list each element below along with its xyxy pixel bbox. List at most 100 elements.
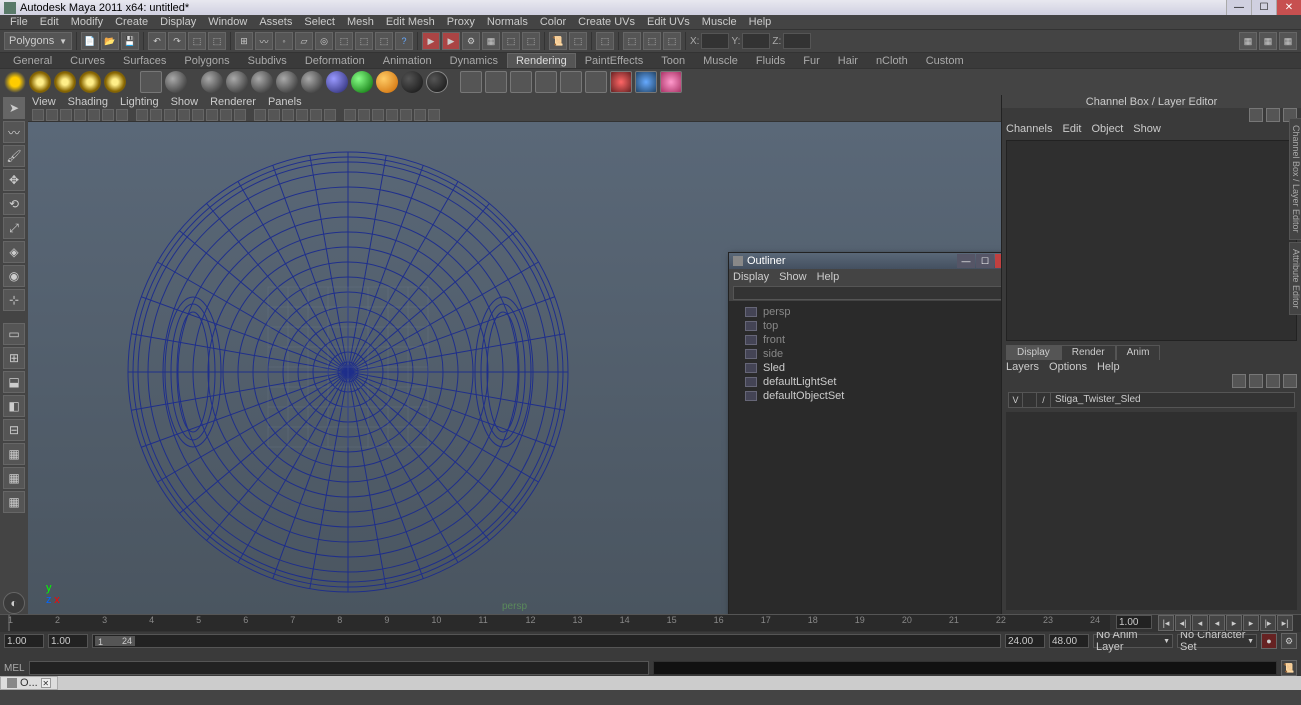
layer-row[interactable]: V / Stiga_Twister_Sled	[1008, 392, 1295, 408]
panel-icon-12[interactable]	[206, 109, 218, 121]
ramp-icon[interactable]	[301, 71, 323, 93]
cb-menu-object[interactable]: Object	[1091, 123, 1123, 135]
toolbar-icon-e[interactable]: ⬚	[522, 32, 540, 50]
panel-icon-25[interactable]	[400, 109, 412, 121]
aniso-icon[interactable]	[276, 71, 298, 93]
layout-single-icon[interactable]: ▭	[3, 323, 25, 345]
taskbar-item-close[interactable]: ✕	[41, 678, 51, 688]
shelf-tab-animation[interactable]: Animation	[374, 53, 441, 68]
step-back-button[interactable]: ◂	[1192, 615, 1208, 631]
rotate-tool[interactable]: ⟲	[3, 193, 25, 215]
outliner-item-persp[interactable]: persp	[733, 305, 1001, 319]
layer-type-toggle[interactable]	[1023, 393, 1037, 407]
toolbar-icon-i[interactable]: ⬚	[643, 32, 661, 50]
layout-icon-3[interactable]: ▦	[1279, 32, 1297, 50]
layout-two-h-icon[interactable]: ⬓	[3, 371, 25, 393]
hair-tube-icon[interactable]	[426, 71, 448, 93]
panel-icon-13[interactable]	[220, 109, 232, 121]
directional-light-icon[interactable]	[4, 71, 26, 93]
menu-window[interactable]: Window	[202, 16, 253, 28]
cb-opt-icon-1[interactable]	[1249, 108, 1263, 122]
point-light-icon[interactable]	[54, 71, 76, 93]
render-icon[interactable]: ▶	[422, 32, 440, 50]
minimize-button[interactable]: —	[1226, 0, 1251, 15]
shelf-tab-painteffects[interactable]: PaintEffects	[576, 53, 653, 68]
shelf-tab-fur[interactable]: Fur	[794, 53, 829, 68]
panel-icon-7[interactable]	[136, 109, 148, 121]
psd-icon[interactable]	[510, 71, 532, 93]
move-tool[interactable]: ✥	[3, 169, 25, 191]
panel-icon-21[interactable]	[344, 109, 356, 121]
soft-mod-tool[interactable]: ◉	[3, 265, 25, 287]
outliner-list[interactable]: persptopfrontsideSleddefaultLightSetdefa…	[729, 301, 1001, 614]
layout-four-icon[interactable]: ⊞	[3, 347, 25, 369]
construction-history-icon[interactable]: 📜	[549, 32, 567, 50]
surface-shader-icon[interactable]	[351, 71, 373, 93]
toolbar-icon-c[interactable]: ⬚	[375, 32, 393, 50]
layer-tab-render[interactable]: Render	[1061, 345, 1116, 360]
phong-e-icon[interactable]	[251, 71, 273, 93]
time-slider[interactable]: 123456789101112131415161718192021222324 …	[0, 614, 1301, 632]
outliner-item-defaultobjectset[interactable]: defaultObjectSet	[733, 389, 1001, 403]
layout-custom2-icon[interactable]: ▦	[3, 467, 25, 489]
cb-opt-icon-2[interactable]	[1266, 108, 1280, 122]
prefs-button[interactable]: ⚙	[1281, 633, 1297, 649]
outliner-close-button[interactable]: ✕	[995, 254, 1001, 268]
panel-menu-panels[interactable]: Panels	[268, 96, 302, 108]
outliner-search-input[interactable]	[733, 286, 1001, 300]
menu-file[interactable]: File	[4, 16, 34, 28]
panel-icon-18[interactable]	[296, 109, 308, 121]
shelf-tab-muscle[interactable]: Muscle	[694, 53, 747, 68]
outliner-menu-show[interactable]: Show	[779, 271, 807, 283]
shelf-tab-ncloth[interactable]: nCloth	[867, 53, 917, 68]
batch-render-icon[interactable]	[535, 71, 557, 93]
panel-icon-8[interactable]	[150, 109, 162, 121]
panel-icon-3[interactable]	[74, 109, 86, 121]
layer-tab-display[interactable]: Display	[1006, 345, 1061, 360]
shelf-tab-hair[interactable]: Hair	[829, 53, 867, 68]
side-tab-channelbox[interactable]: Channel Box / Layer Editor	[1289, 118, 1301, 240]
toolbar-icon-h[interactable]: ⬚	[623, 32, 641, 50]
panel-icon-19[interactable]	[310, 109, 322, 121]
script-editor-button[interactable]: 📜	[1281, 660, 1297, 676]
panel-icon-24[interactable]	[386, 109, 398, 121]
menu-proxy[interactable]: Proxy	[441, 16, 481, 28]
toolbar-icon-j[interactable]: ⬚	[663, 32, 681, 50]
play-forward-button[interactable]: ▸	[1226, 615, 1242, 631]
layout-two-v-icon[interactable]: ◧	[3, 395, 25, 417]
step-back-key-button[interactable]: ◂|	[1175, 615, 1191, 631]
snap-live-icon[interactable]: ◎	[315, 32, 333, 50]
layer-menu-layers[interactable]: Layers	[1006, 361, 1039, 373]
cb-menu-show[interactable]: Show	[1133, 123, 1161, 135]
shelf-tab-subdivs[interactable]: Subdivs	[239, 53, 296, 68]
layered-icon[interactable]	[326, 71, 348, 93]
redo-icon[interactable]: ↷	[168, 32, 186, 50]
snap-point-icon[interactable]: ◦	[275, 32, 293, 50]
outliner-menu-display[interactable]: Display	[733, 271, 769, 283]
go-end-button[interactable]: ▸|	[1277, 615, 1293, 631]
layer-icon-1[interactable]	[1232, 374, 1246, 388]
start-inner-input[interactable]	[48, 634, 88, 648]
panel-icon-0[interactable]	[32, 109, 44, 121]
phong-icon[interactable]	[226, 71, 248, 93]
end-outer-input[interactable]	[1049, 634, 1089, 648]
current-frame-input[interactable]	[1116, 615, 1152, 629]
render-layer-icon[interactable]: ▦	[482, 32, 500, 50]
toolbar-icon-f[interactable]: ⬚	[569, 32, 587, 50]
new-scene-icon[interactable]: 📄	[81, 32, 99, 50]
play-back-button[interactable]: ◂	[1209, 615, 1225, 631]
select-hier-icon[interactable]: ⬚	[188, 32, 206, 50]
shelf-tab-rendering[interactable]: Rendering	[507, 53, 576, 68]
outliner-item-sled[interactable]: Sled	[733, 361, 1001, 375]
outliner-titlebar[interactable]: Outliner — ☐ ✕	[729, 253, 1001, 269]
shelf-tab-custom[interactable]: Custom	[917, 53, 973, 68]
select-obj-icon[interactable]: ⬚	[208, 32, 226, 50]
menu-muscle[interactable]: Muscle	[696, 16, 743, 28]
snap-grid-icon[interactable]: ⊞	[235, 32, 253, 50]
outliner-window[interactable]: Outliner — ☐ ✕ DisplayShowHelp persptopf…	[728, 252, 1001, 614]
shelf-tab-fluids[interactable]: Fluids	[747, 53, 794, 68]
menu-edit-uvs[interactable]: Edit UVs	[641, 16, 696, 28]
lasso-tool[interactable]: 〰	[3, 121, 25, 143]
outliner-minimize-button[interactable]: —	[957, 254, 975, 268]
autokey-button[interactable]: ●	[1261, 633, 1277, 649]
